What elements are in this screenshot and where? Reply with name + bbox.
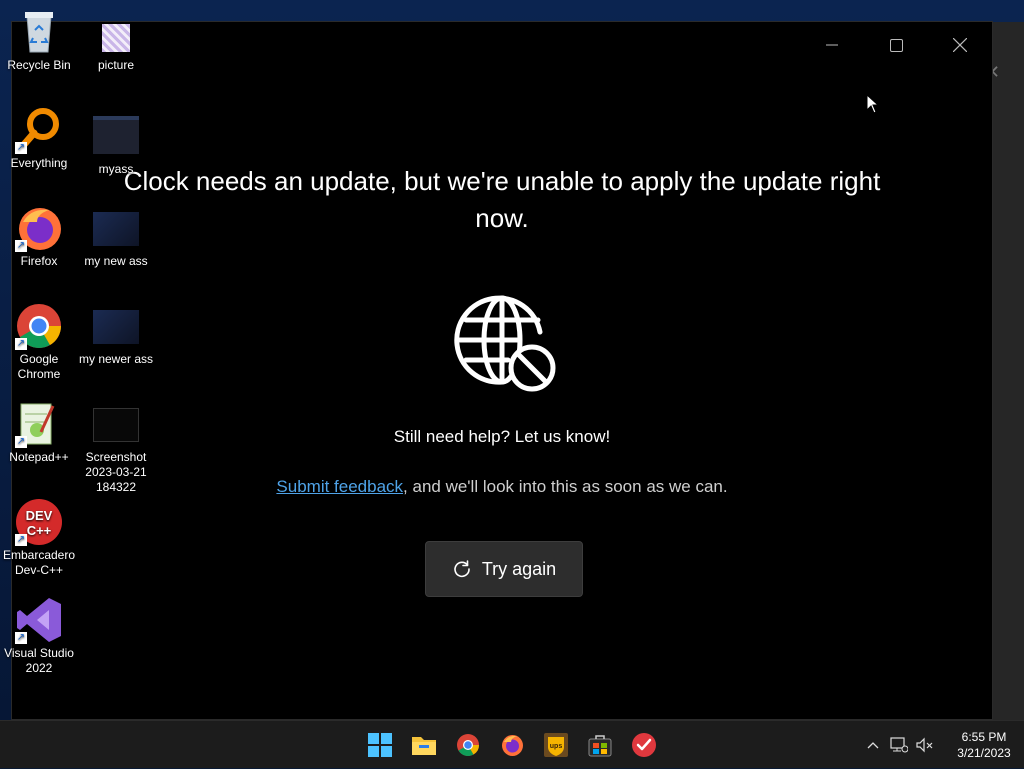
firefox-icon: ↗ <box>15 204 63 252</box>
feedback-text: , and we'll look into this as soon as we… <box>403 477 728 496</box>
desktop-icon-label: Firefox <box>20 254 58 268</box>
shortcut-arrow-icon: ↗ <box>15 142 27 154</box>
taskbar-todo[interactable] <box>626 727 662 763</box>
help-prompt: Still need help? Let us know! <box>393 427 611 446</box>
chevron-up-icon <box>867 742 879 749</box>
close-icon <box>953 38 967 52</box>
desktop-icon-label: Screenshot 2023-03-21 184322 <box>85 450 147 494</box>
start-button[interactable] <box>362 727 398 763</box>
minimize-button[interactable] <box>800 22 864 68</box>
desktop-icon-firefox[interactable]: ↗ Firefox <box>1 204 77 269</box>
minimize-icon <box>826 44 838 46</box>
close-button[interactable] <box>928 22 992 68</box>
taskbar-chrome[interactable] <box>450 727 486 763</box>
maximize-icon <box>889 38 903 52</box>
desktop-icon-label: Google Chrome <box>17 352 61 381</box>
windows-logo-icon <box>368 733 392 757</box>
taskbar-apps: ups <box>362 727 662 763</box>
desktop-icon-label: my new ass <box>84 254 148 268</box>
svg-text:DEV: DEV <box>26 508 53 523</box>
system-tray: 6:55 PM 3/21/2023 <box>860 721 1024 769</box>
desktop-icon-google-chrome[interactable]: ↗ Google Chrome <box>1 302 77 382</box>
folder-icon <box>412 737 436 755</box>
desktop-icon-my-newer-ass[interactable]: my newer ass <box>78 310 154 367</box>
visual-studio-icon: ↗ <box>15 596 63 644</box>
shortcut-arrow-icon: ↗ <box>15 534 27 546</box>
shortcut-arrow-icon: ↗ <box>15 436 27 448</box>
chrome-icon <box>457 734 479 756</box>
svg-text:ups: ups <box>550 743 563 750</box>
desktop-icon-label: Notepad++ <box>9 450 69 464</box>
image-thumbnail-icon <box>93 212 139 246</box>
desktop-icon-devcpp[interactable]: DEV C++ ↗ Embarcadero Dev-C++ <box>1 498 77 578</box>
network-status-button[interactable] <box>886 721 912 769</box>
feedback-line: Submit feedback, and we'll look into thi… <box>12 477 992 497</box>
desktop-icon-label: my newer ass <box>78 352 154 366</box>
desktop-icon-label: Visual Studio 2022 <box>4 646 74 675</box>
refresh-icon <box>454 560 470 578</box>
desktop-icon-my-new-ass[interactable]: my new ass <box>78 212 154 269</box>
volume-button[interactable] <box>912 721 938 769</box>
recycle-bin-icon <box>15 8 63 56</box>
taskbar-store[interactable] <box>582 727 618 763</box>
clock-date: 3/21/2023 <box>957 746 1011 760</box>
svg-text:C++: C++ <box>27 523 52 538</box>
desktop-icon-label: picture <box>97 58 135 72</box>
network-icon <box>890 737 908 753</box>
checkmark-icon <box>632 733 656 757</box>
desktop-icon-notepad-plus-plus[interactable]: ↗ Notepad++ <box>1 400 77 465</box>
chrome-icon: ↗ <box>15 302 63 350</box>
desktop-icon-label: Embarcadero Dev-C++ <box>2 548 76 577</box>
mouse-cursor-icon <box>866 94 880 114</box>
taskbar-ups[interactable]: ups <box>538 727 574 763</box>
globe-blocked-icon <box>454 295 556 392</box>
image-thumbnail-icon <box>102 24 130 52</box>
try-again-label: Try again <box>481 558 557 579</box>
notepad-plus-plus-icon: ↗ <box>15 400 63 448</box>
show-hidden-icons-button[interactable] <box>860 721 886 769</box>
shortcut-arrow-icon: ↗ <box>15 632 27 644</box>
taskbar: ups 6:55 PM 3/21/2023 <box>0 720 1024 768</box>
desktop-icon-label: myass <box>98 162 134 176</box>
desktop-icon-myass[interactable]: myass <box>78 116 154 177</box>
ups-icon: ups <box>544 733 568 757</box>
maximize-button[interactable] <box>864 22 928 68</box>
clock-app-window: Clock needs an update, but we're unable … <box>11 21 993 720</box>
image-thumbnail-icon <box>93 408 139 442</box>
search-magnifier-icon: ↗ <box>15 106 63 154</box>
desktop-icon-label: Everything <box>10 156 68 170</box>
desktop-icon-label: Recycle Bin <box>7 58 71 72</box>
desktop-icon-recycle-bin[interactable]: Recycle Bin <box>1 8 77 73</box>
clock-time: 6:55 PM <box>961 730 1007 744</box>
desktop-icon-screenshot[interactable]: Screenshot 2023-03-21 184322 <box>78 408 154 495</box>
window-controls <box>800 22 992 68</box>
try-again-button[interactable]: Try again <box>425 541 583 597</box>
image-thumbnail-icon <box>93 116 139 154</box>
shortcut-arrow-icon: ↗ <box>15 240 27 252</box>
taskbar-firefox[interactable] <box>494 727 530 763</box>
devcpp-icon: DEV C++ ↗ <box>15 498 63 546</box>
desktop-icon-picture[interactable]: picture <box>78 24 154 73</box>
desktop-icon-everything[interactable]: ↗ Everything <box>1 106 77 171</box>
desktop-icon-visual-studio[interactable]: ↗ Visual Studio 2022 <box>1 596 77 676</box>
taskbar-clock[interactable]: 6:55 PM 3/21/2023 <box>944 729 1024 761</box>
submit-feedback-link[interactable]: Submit feedback <box>276 477 403 496</box>
taskbar-file-explorer[interactable] <box>406 727 442 763</box>
volume-muted-icon <box>916 737 933 753</box>
image-thumbnail-icon <box>93 310 139 344</box>
firefox-icon <box>502 735 523 756</box>
shortcut-arrow-icon: ↗ <box>15 338 27 350</box>
update-error-message: Clock needs an update, but we're unable … <box>123 166 881 233</box>
store-icon <box>588 735 612 757</box>
